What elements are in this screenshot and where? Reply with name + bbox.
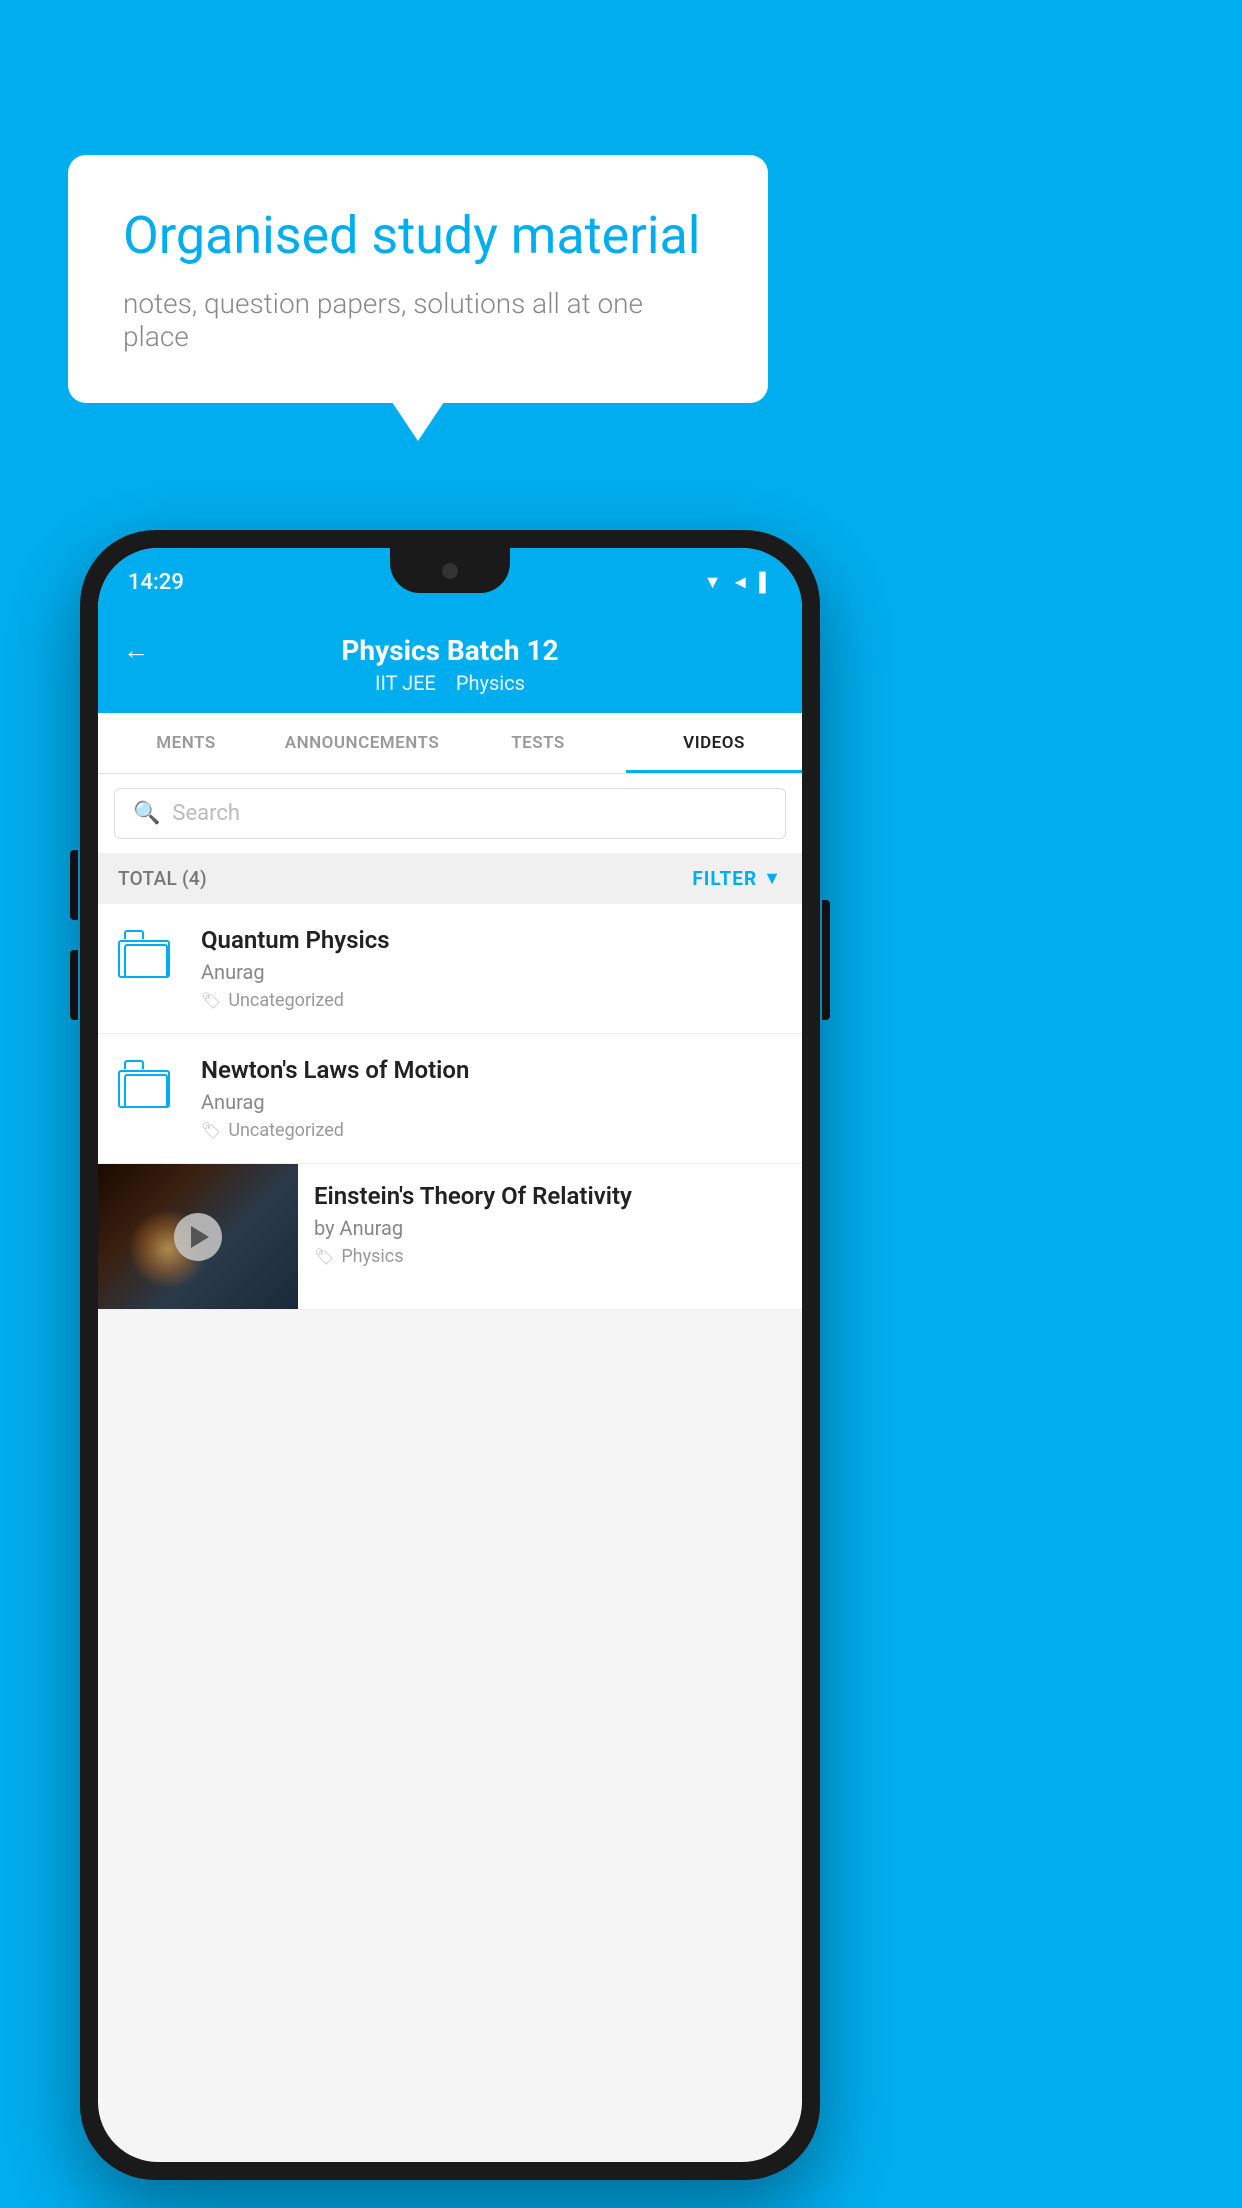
item-tag-einstein: 🏷 Physics <box>314 1246 786 1267</box>
speech-bubble: Organised study material notes, question… <box>68 155 768 403</box>
item-author-newton: Anurag <box>201 1090 782 1114</box>
speech-bubble-container: Organised study material notes, question… <box>68 155 768 403</box>
play-icon <box>191 1226 209 1248</box>
tag-label-quantum: Uncategorized <box>228 990 344 1011</box>
item-tag-quantum: 🏷 Uncategorized <box>201 990 782 1011</box>
phone-mockup: 14:29 ▼ ◄ ▌ ← Physics Batch 12 IIT JEE <box>80 530 820 2180</box>
content-list: Quantum Physics Anurag 🏷 Uncategorized <box>98 904 802 1310</box>
tab-ments[interactable]: MENTS <box>98 713 274 773</box>
header-subtitle-iitjee: IIT JEE <box>375 671 436 695</box>
tag-icon: 🏷 <box>201 991 221 1010</box>
filter-icon: ▼ <box>763 868 782 889</box>
tag-icon: 🏷 <box>201 1121 221 1140</box>
tag-label-newton: Uncategorized <box>228 1120 344 1141</box>
phone-screen: 14:29 ▼ ◄ ▌ ← Physics Batch 12 IIT JEE <box>98 548 802 2162</box>
bubble-title: Organised study material <box>123 205 713 267</box>
item-content-einstein: Einstein's Theory Of Relativity by Anura… <box>298 1164 802 1285</box>
tag-icon: 🏷 <box>314 1247 334 1266</box>
item-author-einstein: by Anurag <box>314 1216 786 1240</box>
tab-tests[interactable]: TESTS <box>450 713 626 773</box>
back-button[interactable]: ← <box>123 635 149 666</box>
bubble-subtitle: notes, question papers, solutions all at… <box>123 287 713 353</box>
tab-bar: MENTS ANNOUNCEMENTS TESTS VIDEOS <box>98 713 802 774</box>
header-row: ← Physics Batch 12 <box>123 634 777 667</box>
item-author-quantum: Anurag <box>201 960 782 984</box>
total-count: TOTAL (4) <box>118 867 207 890</box>
power-button[interactable] <box>822 900 830 1020</box>
header-subtitle-physics: Physics <box>456 671 525 695</box>
phone-outer: 14:29 ▼ ◄ ▌ ← Physics Batch 12 IIT JEE <box>80 530 820 2180</box>
search-bar[interactable]: 🔍 Search <box>114 788 786 839</box>
item-title-einstein: Einstein's Theory Of Relativity <box>314 1182 786 1210</box>
search-placeholder: Search <box>172 801 240 826</box>
filter-bar: TOTAL (4) FILTER ▼ <box>98 853 802 904</box>
filter-button[interactable]: FILTER ▼ <box>692 867 782 890</box>
list-item[interactable]: Einstein's Theory Of Relativity by Anura… <box>98 1164 802 1310</box>
search-icon: 🔍 <box>133 801 160 826</box>
item-content-quantum: Quantum Physics Anurag 🏷 Uncategorized <box>201 926 782 1011</box>
list-item[interactable]: Quantum Physics Anurag 🏷 Uncategorized <box>98 904 802 1034</box>
status-bar: 14:29 ▼ ◄ ▌ <box>98 548 802 616</box>
signal-icon: ◄ <box>731 572 749 593</box>
filter-label: FILTER <box>692 867 757 890</box>
status-time: 14:29 <box>128 570 184 595</box>
volume-down-button[interactable] <box>70 950 78 1020</box>
search-container: 🔍 Search <box>98 774 802 853</box>
play-button[interactable] <box>174 1213 222 1261</box>
folder-icon-newton <box>118 1060 183 1108</box>
item-title-newton: Newton's Laws of Motion <box>201 1056 782 1084</box>
header-title: Physics Batch 12 <box>341 634 558 667</box>
status-icons: ▼ ◄ ▌ <box>704 572 772 593</box>
tag-label-einstein: Physics <box>341 1246 403 1267</box>
tab-announcements[interactable]: ANNOUNCEMENTS <box>274 713 450 773</box>
battery-icon: ▌ <box>759 572 772 593</box>
item-title-quantum: Quantum Physics <box>201 926 782 954</box>
volume-up-button[interactable] <box>70 850 78 920</box>
item-content-newton: Newton's Laws of Motion Anurag 🏷 Uncateg… <box>201 1056 782 1141</box>
tab-videos[interactable]: VIDEOS <box>626 713 802 773</box>
wifi-icon: ▼ <box>704 572 722 593</box>
folder-icon-quantum <box>118 930 183 978</box>
app-header: ← Physics Batch 12 IIT JEE Physics <box>98 616 802 713</box>
list-item[interactable]: Newton's Laws of Motion Anurag 🏷 Uncateg… <box>98 1034 802 1164</box>
video-thumbnail-einstein <box>98 1164 298 1309</box>
header-subtitle: IIT JEE Physics <box>375 671 525 695</box>
item-tag-newton: 🏷 Uncategorized <box>201 1120 782 1141</box>
notch <box>390 548 510 593</box>
camera <box>442 563 458 579</box>
